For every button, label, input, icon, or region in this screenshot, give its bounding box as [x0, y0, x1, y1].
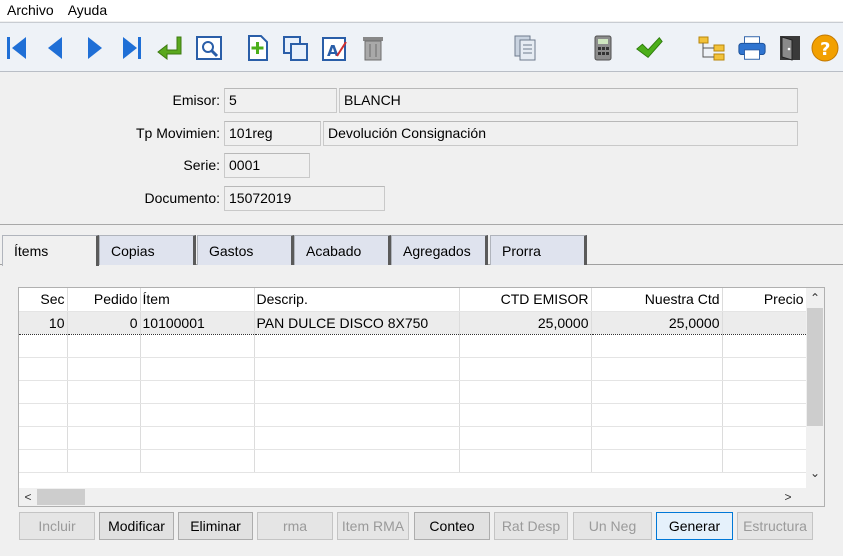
checkmark-icon[interactable] — [634, 32, 664, 64]
new-document-icon[interactable] — [243, 32, 273, 64]
scroll-down-icon[interactable]: ⌄ — [806, 464, 824, 482]
column-header-nuestra-ctd[interactable]: Nuestra Ctd — [591, 288, 723, 312]
scroll-up-icon[interactable]: ⌃ — [806, 289, 824, 307]
incluir-button[interactable]: Incluir — [19, 512, 95, 540]
estructura-button[interactable]: Estructura — [737, 512, 813, 540]
table-header-row: Sec Pedido Ítem Descrip. CTD EMISOR Nues… — [19, 288, 807, 312]
cell-sec[interactable]: 10 — [19, 310, 68, 335]
text-edit-icon[interactable]: A — [320, 32, 350, 64]
documento-field[interactable]: 15072019 — [224, 186, 385, 211]
tp-movimiento-label: Tp Movimien: — [135, 125, 220, 141]
column-header-precio[interactable]: Precio — [722, 288, 807, 312]
prev-record-icon[interactable] — [40, 32, 70, 64]
next-record-icon[interactable] — [80, 32, 110, 64]
scroll-right-icon[interactable]: > — [779, 488, 797, 506]
table-row[interactable]: 10 0 10100001 PAN DULCE DISCO 8X750 25,0… — [19, 310, 807, 335]
tab-acabado[interactable]: Acabado — [294, 235, 391, 265]
item-rma-button[interactable]: Item RMA — [337, 512, 409, 540]
scroll-left-icon[interactable]: < — [19, 488, 37, 506]
calculator-icon[interactable] — [588, 32, 618, 64]
tab-gastos[interactable]: Gastos — [197, 235, 294, 265]
generar-button[interactable]: Generar — [656, 512, 733, 540]
items-table: Sec Pedido Ítem Descrip. CTD EMISOR Nues… — [19, 288, 807, 473]
report-icon[interactable] — [510, 32, 540, 64]
eliminar-button[interactable]: Eliminar — [178, 512, 253, 540]
un-neg-button[interactable]: Un Neg — [573, 512, 652, 540]
first-record-icon[interactable] — [2, 32, 32, 64]
tree-structure-icon[interactable] — [697, 32, 727, 64]
items-grid[interactable]: Sec Pedido Ítem Descrip. CTD EMISOR Nues… — [18, 287, 825, 507]
modificar-button[interactable]: Modificar — [99, 512, 174, 540]
enter-icon[interactable] — [155, 32, 185, 64]
tab-prorra[interactable]: Prorra — [490, 235, 587, 265]
emisor-label: Emisor: — [172, 92, 220, 108]
document-header: Emisor: 5 BLANCH Tp Movimien: 101reg Dev… — [0, 73, 843, 225]
copy-icon[interactable] — [281, 32, 311, 64]
toolbar: A ? — [0, 22, 843, 72]
cell-pedido[interactable]: 0 — [67, 310, 141, 335]
vertical-scrollbar[interactable]: ⌃ ⌄ — [806, 288, 824, 488]
tp-movimiento-code-field[interactable]: 101reg — [224, 121, 321, 146]
table-row[interactable] — [19, 403, 807, 427]
tp-movimiento-name-field[interactable]: Devolución Consignación — [323, 121, 798, 146]
cell-precio[interactable] — [722, 310, 807, 335]
preview-icon[interactable] — [194, 32, 224, 64]
table-row[interactable] — [19, 357, 807, 381]
table-row[interactable] — [19, 426, 807, 450]
printer-icon[interactable] — [737, 32, 767, 64]
rat-desp-button[interactable]: Rat Desp — [494, 512, 568, 540]
serie-field[interactable]: 0001 — [224, 153, 310, 178]
tab-agregados[interactable]: Agregados — [391, 235, 488, 265]
tab-items[interactable]: Ítems — [2, 235, 99, 266]
cell-descrip[interactable]: PAN DULCE DISCO 8X750 — [254, 310, 460, 335]
horizontal-scroll-thumb[interactable] — [37, 489, 85, 505]
menu-ayuda[interactable]: Ayuda — [61, 0, 114, 21]
conteo-button[interactable]: Conteo — [414, 512, 490, 540]
vertical-scroll-thumb[interactable] — [807, 308, 823, 426]
trash-icon[interactable] — [358, 32, 388, 64]
svg-text:A: A — [327, 42, 339, 60]
horizontal-scrollbar[interactable]: < > — [19, 488, 824, 506]
svg-text:?: ? — [820, 39, 830, 60]
cell-ctd-emisor[interactable]: 25,0000 — [459, 310, 592, 335]
documento-label: Documento: — [144, 190, 220, 206]
exit-door-icon[interactable] — [775, 32, 805, 64]
cell-item[interactable]: 10100001 — [140, 310, 255, 335]
column-header-item[interactable]: Ítem — [140, 288, 255, 312]
table-row[interactable] — [19, 449, 807, 473]
rma-button[interactable]: rma — [257, 512, 333, 540]
table-row[interactable] — [19, 380, 807, 404]
help-icon[interactable]: ? — [810, 32, 840, 64]
table-row[interactable] — [19, 334, 807, 358]
menu-bar: Archivo Ayuda — [0, 0, 843, 21]
menu-archivo[interactable]: Archivo — [0, 0, 61, 21]
column-header-pedido[interactable]: Pedido — [67, 288, 141, 312]
tab-copias[interactable]: Copias — [99, 235, 196, 265]
emisor-name-field[interactable]: BLANCH — [339, 88, 798, 113]
column-header-sec[interactable]: Sec — [19, 288, 68, 312]
serie-label: Serie: — [183, 157, 220, 173]
column-header-ctd-emisor[interactable]: CTD EMISOR — [459, 288, 592, 312]
column-header-descrip[interactable]: Descrip. — [254, 288, 460, 312]
last-record-icon[interactable] — [117, 32, 147, 64]
cell-nuestra-ctd[interactable]: 25,0000 — [591, 310, 723, 335]
emisor-code-field[interactable]: 5 — [224, 88, 337, 113]
